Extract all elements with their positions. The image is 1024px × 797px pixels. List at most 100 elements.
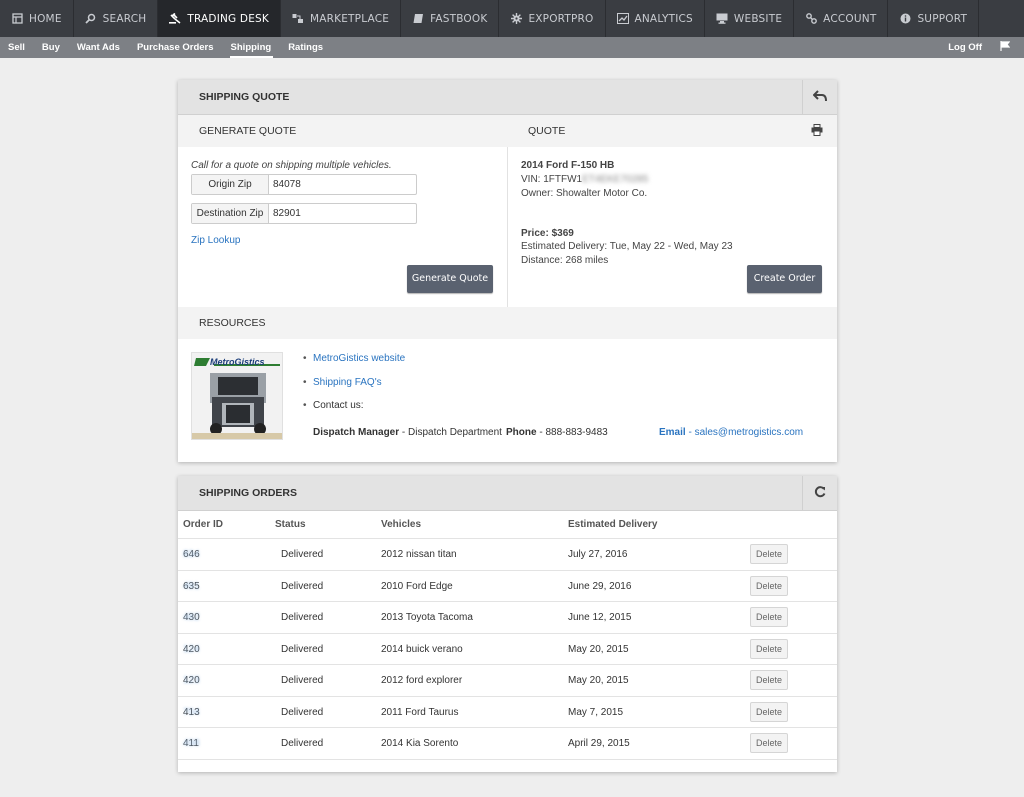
reply-arrow-icon: [812, 89, 827, 106]
order-status: Delivered: [281, 580, 324, 592]
shipping-orders-title: SHIPPING ORDERS: [199, 487, 298, 499]
order-status: Delivered: [281, 675, 324, 686]
order-delivery: May 7, 2015: [568, 706, 624, 718]
origin-zip-group: Origin Zip 84078: [191, 174, 417, 195]
dispatch-contact: Dispatch Manager - Dispatch Department: [313, 427, 502, 438]
origin-zip-input[interactable]: 84078: [269, 175, 416, 194]
quote-divider: [507, 147, 508, 307]
home-icon: [11, 12, 23, 25]
generate-quote-button[interactable]: Generate Quote: [407, 265, 493, 293]
nav-item-label: TRADING DESK: [187, 12, 269, 25]
log-off-link[interactable]: Log Off: [948, 42, 982, 53]
flag-icon[interactable]: [1000, 41, 1011, 54]
top-nav: HOME SEARCH TRADING DESK MARKETPLACE FASTBOO…: [0, 0, 1024, 37]
back-button[interactable]: [802, 80, 837, 115]
delete-button[interactable]: Delete: [750, 670, 788, 690]
vin-visible: VIN: 1FTFW1: [521, 174, 583, 185]
sub-nav-item-ratings[interactable]: Ratings: [280, 37, 332, 58]
nav-item-label: MARKETPLACE: [310, 12, 390, 25]
order-id-hidden: 482: [183, 612, 200, 623]
nav-item-trading-desk[interactable]: TRADING DESK: [158, 0, 281, 37]
resources-heading: RESOURCES: [199, 317, 266, 329]
quote-distance: Distance: 268 miles: [521, 255, 609, 266]
contact-us-label: Contact us:: [313, 400, 364, 411]
delete-button[interactable]: Delete: [750, 544, 788, 564]
col-order-id[interactable]: Order ID: [183, 511, 223, 539]
delete-button[interactable]: Delete: [750, 701, 788, 722]
sub-nav-item-sell[interactable]: Sell: [0, 37, 34, 58]
dispatch-label: Dispatch Manager: [313, 427, 400, 438]
col-estimated-delivery[interactable]: Estimated Delivery: [568, 511, 658, 539]
nav-item-label: SEARCH: [102, 12, 147, 25]
order-status: Delivered: [281, 643, 324, 655]
quote-heading: QUOTE: [528, 125, 566, 137]
order-vehicle: 2014 Kia Sorento: [381, 738, 459, 749]
sub-nav-item-shipping[interactable]: Shipping: [223, 37, 281, 58]
table-row: 411 498 Delivered 2014 Kia Sorento April 29,…: [178, 728, 837, 760]
order-delivery: June 12, 2015: [568, 612, 632, 623]
orders-column-headers: Order ID Status Vehicles Estimated Deliv…: [178, 511, 837, 539]
nav-item-search[interactable]: SEARCH: [74, 0, 159, 37]
bullet-icon: •: [303, 353, 307, 364]
gavel-icon: [169, 12, 181, 25]
zip-lookup-link[interactable]: Zip Lookup: [191, 235, 240, 246]
order-status: Delivered: [281, 612, 324, 623]
nav-item-home[interactable]: HOME: [0, 0, 74, 37]
create-order-button[interactable]: Create Order: [747, 265, 822, 293]
delete-button[interactable]: Delete: [750, 607, 788, 627]
order-delivery: May 20, 2015: [568, 643, 629, 655]
multi-vehicle-note: Call for a quote on shipping multiple ve…: [191, 160, 392, 171]
quote-body: Call for a quote on shipping multiple ve…: [178, 147, 837, 307]
order-delivery: July 27, 2016: [568, 549, 628, 560]
shipping-orders-header: SHIPPING ORDERS: [178, 476, 837, 511]
col-status[interactable]: Status: [275, 511, 306, 539]
chart-icon: [616, 12, 629, 25]
nav-item-label: ANALYTICS: [634, 12, 693, 25]
metrogistics-logo-image: MetroGistics: [191, 352, 283, 440]
delete-button[interactable]: Delete: [750, 733, 788, 753]
nav-item-website[interactable]: WEBSITE: [705, 0, 795, 37]
nav-item-fastbook[interactable]: FASTBOOK: [401, 0, 500, 37]
destination-zip-input[interactable]: 82901: [269, 204, 416, 223]
sub-nav-item-buy[interactable]: Buy: [34, 37, 69, 58]
destination-zip-label: Destination Zip: [192, 204, 269, 223]
table-row: 420 124 Delivered 2014 buick verano May 20, …: [178, 634, 837, 665]
phone-number: - 888-883-9483: [536, 427, 608, 438]
print-icon[interactable]: [811, 124, 823, 139]
bullet-icon: •: [303, 400, 307, 411]
delete-button[interactable]: Delete: [750, 638, 788, 659]
bullet-icon: •: [303, 377, 307, 388]
nav-item-support[interactable]: SUPPORT: [888, 0, 980, 37]
order-id-hidden: 123: [183, 675, 200, 686]
nav-item-analytics[interactable]: ANALYTICS: [606, 0, 705, 37]
vin-hidden: ET4EKE70285: [582, 174, 649, 185]
logo-text: MetroGistics: [210, 357, 265, 367]
table-row: 430 482 Delivered 2013 Toyota Tacoma June 12…: [178, 602, 837, 634]
col-vehicles[interactable]: Vehicles: [381, 511, 421, 539]
nav-item-account[interactable]: ACCOUNT: [794, 0, 889, 37]
sub-nav-item-purchase-orders[interactable]: Purchase Orders: [129, 37, 223, 58]
email-address-link[interactable]: - sales@metrogistics.com: [686, 427, 803, 438]
sub-nav-right: Log Off: [948, 37, 1024, 58]
metrogistics-website-link[interactable]: MetroGistics website: [313, 353, 405, 364]
order-vehicle: 2013 Toyota Tacoma: [381, 612, 473, 623]
nav-item-label: WEBSITE: [733, 12, 783, 25]
shipping-faq-link[interactable]: Shipping FAQ's: [313, 377, 382, 388]
nav-item-exportpro[interactable]: EXPORTPRO: [499, 0, 606, 37]
marketplace-icon: [292, 13, 304, 25]
dispatch-department: - Dispatch Department: [399, 427, 502, 438]
generate-quote-heading: GENERATE QUOTE: [199, 125, 297, 137]
order-id-hidden: 834: [183, 549, 200, 560]
link-icon: [805, 12, 817, 25]
refresh-button[interactable]: [802, 476, 837, 511]
nav-item-marketplace[interactable]: MARKETPLACE: [281, 0, 402, 37]
quote-owner: Owner: Showalter Motor Co.: [521, 188, 648, 199]
email-contact[interactable]: Email - sales@metrogistics.com: [659, 427, 803, 438]
nav-item-label: ACCOUNT: [823, 12, 877, 25]
resources-section-header: RESOURCES: [178, 307, 837, 339]
order-vehicle: 2010 Ford Edge: [381, 580, 453, 592]
order-vehicle: 2012 ford explorer: [381, 675, 463, 686]
delete-button[interactable]: Delete: [750, 575, 788, 596]
order-vehicle: 2011 Ford Taurus: [381, 706, 459, 718]
sub-nav-item-want-ads[interactable]: Want Ads: [69, 37, 129, 58]
